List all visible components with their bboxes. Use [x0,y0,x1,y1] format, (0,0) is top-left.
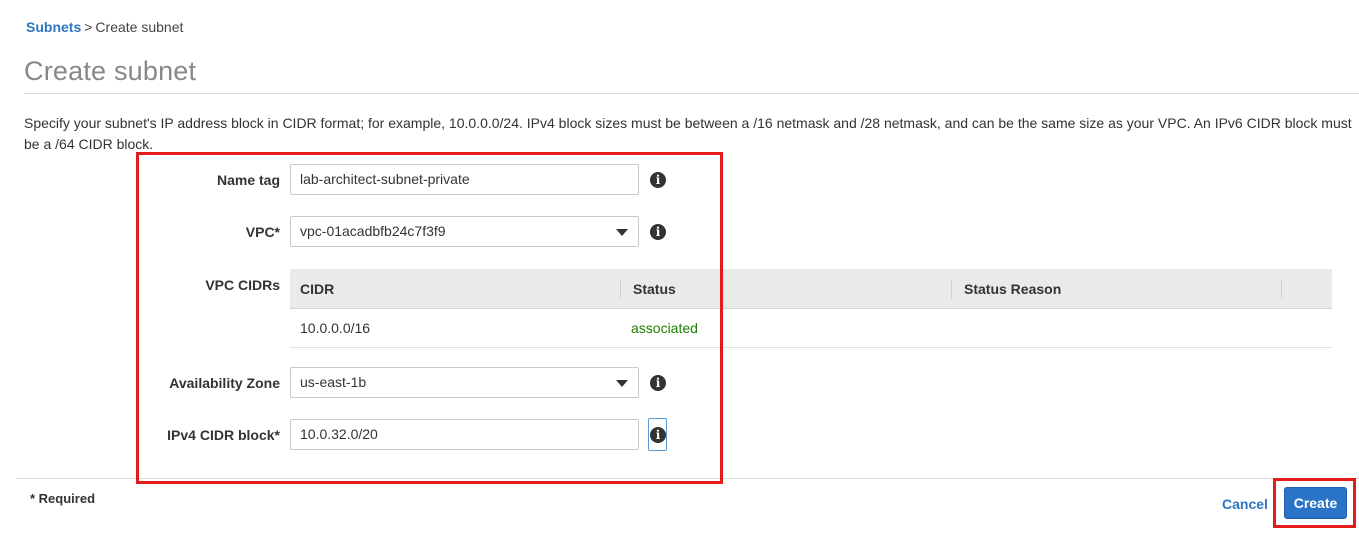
ipv4-cidr-input[interactable]: 10.0.32.0/20 [290,419,639,450]
info-icon[interactable]: i [650,427,666,443]
footer-divider [16,478,1359,479]
create-button[interactable]: Create [1284,487,1347,519]
vpc-label: VPC* [245,224,280,240]
vpc-cidrs-table: CIDR Status Status Reason 10.0.0.0/16 as… [290,269,1332,348]
column-header-cidr[interactable]: CIDR [290,269,334,308]
ipv4-cidr-label: IPv4 CIDR block* [167,427,280,443]
required-note: * Required [30,491,96,506]
breadcrumb-current: Create subnet [95,19,184,35]
table-row: 10.0.0.0/16 associated [290,309,1332,348]
cidr-cell: 10.0.0.0/16 [300,320,371,336]
title-divider [24,93,1359,94]
status-reason-cell [954,309,964,347]
column-header-status-reason[interactable]: Status Reason [954,269,1061,308]
intro-text: Specify your subnet's IP address block i… [24,115,1352,152]
column-divider [1281,279,1282,299]
breadcrumb: Subnets > Create subnet [26,19,183,35]
vpc-select-value: vpc-01acadbfb24c7f3f9 [300,223,446,239]
info-icon[interactable]: i [650,224,666,240]
caret-down-icon [616,229,628,236]
status-cell: associated [631,320,698,336]
vpc-cidrs-label: VPC CIDRs [205,277,280,293]
availability-zone-select[interactable]: us-east-1b [290,367,639,398]
info-icon[interactable]: i [650,375,666,391]
breadcrumb-subnets-link[interactable]: Subnets [26,19,81,35]
availability-zone-label: Availability Zone [169,375,280,391]
ipv4-cidr-value: 10.0.32.0/20 [300,426,378,442]
column-divider [951,279,952,299]
breadcrumb-separator: > [84,19,93,35]
availability-zone-value: us-east-1b [300,374,367,390]
column-divider [620,279,621,299]
name-tag-input[interactable]: lab-architect-subnet-private [290,164,639,195]
name-tag-value: lab-architect-subnet-private [300,171,470,187]
table-header-row: CIDR Status Status Reason [290,269,1332,309]
page-title: Create subnet [24,56,197,86]
info-icon[interactable]: i [650,172,666,188]
vpc-select[interactable]: vpc-01acadbfb24c7f3f9 [290,216,639,247]
cancel-button[interactable]: Cancel [1222,496,1268,512]
column-header-status[interactable]: Status [623,269,676,308]
caret-down-icon [616,380,628,387]
name-tag-label: Name tag [216,172,280,188]
